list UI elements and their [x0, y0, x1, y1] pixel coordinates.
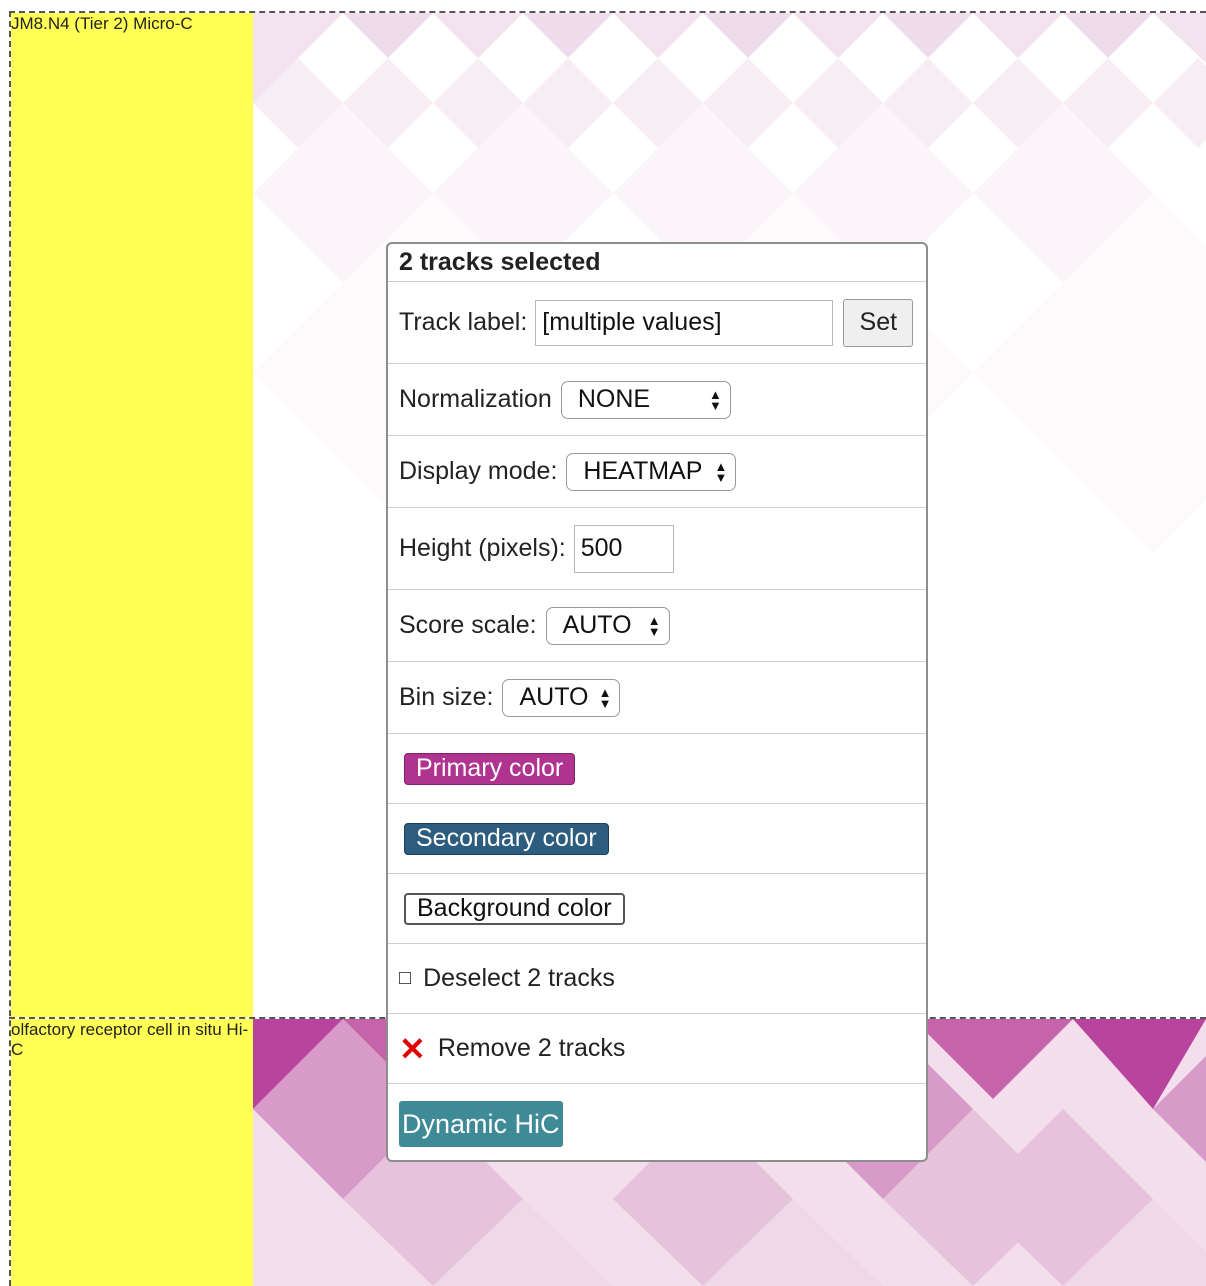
secondary-color-row: Secondary color — [388, 804, 926, 874]
display-mode-select[interactable]: HEATMAP ▲ ▼ — [566, 452, 737, 491]
track-label-label: Track label: — [399, 308, 528, 336]
background-color-row: Background color — [388, 874, 926, 944]
track-label-input[interactable]: [multiple values] — [535, 299, 834, 346]
deselect-row[interactable]: □ Deselect 2 tracks — [388, 944, 926, 1014]
normalization-label: Normalization — [399, 385, 552, 413]
remove-label: Remove 2 tracks — [437, 1034, 626, 1062]
display-mode-value: HEATMAP — [583, 457, 703, 485]
height-row: Height (pixels): 500 — [388, 508, 926, 590]
height-input[interactable]: 500 — [573, 524, 674, 573]
normalization-value: NONE — [577, 385, 651, 413]
dynamic-hic-row: Dynamic HiC — [388, 1084, 926, 1160]
select-arrows-icon: ▲ ▼ — [647, 612, 661, 639]
score-scale-label: Score scale: — [399, 611, 537, 639]
track-label: JM8.N4 (Tier 2) Micro-C — [11, 13, 253, 1017]
select-arrows-icon: ▲ ▼ — [708, 386, 722, 413]
secondary-color-button[interactable]: Secondary color — [404, 822, 609, 855]
display-mode-row: Display mode: HEATMAP ▲ ▼ — [388, 436, 926, 508]
bin-size-label: Bin size: — [399, 683, 494, 711]
track-label-row: Track label: [multiple values] Set — [388, 282, 926, 364]
bin-size-row: Bin size: AUTO ▲ ▼ — [388, 662, 926, 734]
display-mode-label: Display mode: — [399, 457, 558, 485]
background-color-button[interactable]: Background color — [404, 892, 625, 925]
score-scale-row: Score scale: AUTO ▲ ▼ — [388, 590, 926, 662]
normalization-row: Normalization NONE ▲ ▼ — [388, 364, 926, 436]
menu-title: 2 tracks selected — [399, 248, 601, 276]
normalization-select[interactable]: NONE ▲ ▼ — [560, 380, 731, 419]
menu-title-row: 2 tracks selected — [388, 244, 926, 282]
deselect-label: Deselect 2 tracks — [423, 964, 615, 992]
primary-color-button[interactable]: Primary color — [404, 752, 576, 785]
height-label: Height (pixels): — [399, 534, 566, 562]
bin-size-select[interactable]: AUTO ▲ ▼ — [502, 678, 621, 717]
primary-color-row: Primary color — [388, 734, 926, 804]
checkbox-icon: □ — [399, 967, 412, 989]
score-scale-value: AUTO — [562, 611, 632, 639]
track-context-menu: 2 tracks selected Track label: [multiple… — [386, 242, 928, 1162]
close-icon: ✕ — [399, 1030, 426, 1067]
bin-size-value: AUTO — [519, 683, 589, 711]
set-button[interactable]: Set — [843, 298, 914, 347]
remove-row[interactable]: ✕ Remove 2 tracks — [388, 1014, 926, 1084]
select-arrows-icon: ▲ ▼ — [714, 458, 728, 485]
score-scale-select[interactable]: AUTO ▲ ▼ — [545, 606, 670, 645]
track-label: olfactory receptor cell in situ Hi-C — [11, 1019, 253, 1286]
dynamic-hic-button[interactable]: Dynamic HiC — [399, 1101, 563, 1147]
select-arrows-icon: ▲ ▼ — [598, 684, 612, 711]
